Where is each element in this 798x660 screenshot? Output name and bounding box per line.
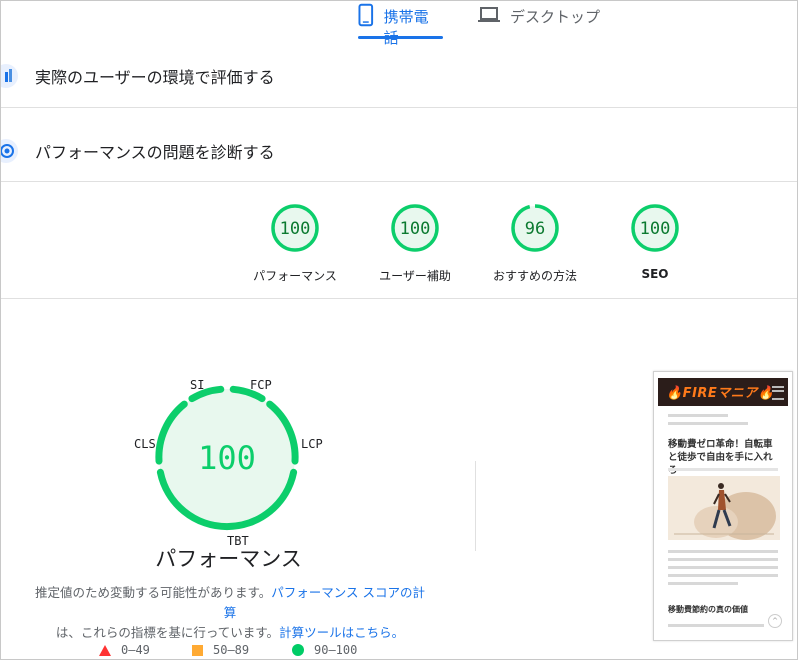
tab-desktop[interactable]: デスクトップ (478, 1, 600, 39)
metric-label-cls: CLS (134, 437, 156, 451)
pass-circle-icon (292, 644, 304, 656)
score-value: 100 (639, 219, 671, 239)
tab-desktop-label: デスクトップ (510, 8, 601, 26)
text-line (668, 550, 778, 553)
score-value: 100 (399, 219, 431, 239)
walking-person-illustration (674, 483, 776, 540)
lab-data-title: パフォーマンスの問題を診断する (35, 143, 275, 162)
screenshot-header: 🔥FIREマニア🔥 (658, 378, 788, 406)
screenshot-section-heading: 移動費節約の真の価値 (668, 605, 748, 614)
article-meta (668, 468, 778, 471)
desc-text: は、これらの指標を基に行っています。 (55, 625, 280, 640)
tab-mobile[interactable]: 携帯電話 (358, 1, 443, 47)
average-square-icon (192, 644, 203, 656)
text-line (668, 582, 738, 585)
laptop-icon (478, 7, 500, 22)
breadcrumb (668, 414, 728, 417)
text-line (668, 624, 764, 627)
diagnose-icon (1, 139, 18, 163)
performance-gauge: 100 SI FCP LCP CLS TBT (131, 371, 331, 548)
divider (1, 181, 797, 182)
text-line (668, 558, 778, 561)
hero-illustration (668, 476, 780, 540)
lab-data-section[interactable]: パフォーマンスの問題を診断する (1, 114, 797, 188)
page-screenshot[interactable]: 🔥FIREマニア🔥 移動費ゼロ革命！自転車と徒歩で自由を手に入れろ 移動費節約の… (653, 371, 793, 641)
fail-triangle-icon (99, 644, 111, 656)
text-line (668, 574, 778, 577)
legend-average: 50–89 (192, 643, 249, 657)
performance-title: パフォーマンス (155, 547, 302, 571)
field-data-section[interactable]: 実際のユーザーの環境で評価する (1, 39, 797, 113)
vertical-divider (475, 461, 476, 551)
legend-range: 0–49 (121, 643, 150, 657)
scroll-top-icon: ^ (768, 614, 782, 628)
score-gauge-best-practices[interactable]: 96 おすすめの方法 (480, 203, 590, 284)
score-label: SEO (641, 267, 669, 281)
text-line (668, 422, 748, 425)
desc-text: 推定値のため変動する可能性があります。 (35, 585, 272, 600)
legend-range: 90–100 (314, 643, 358, 657)
performance-description: 推定値のため変動する可能性があります。パフォーマンス スコアの計算 は、これらの… (35, 583, 425, 643)
field-data-icon (1, 64, 18, 88)
score-gauge-performance[interactable]: 100 パフォーマンス (240, 203, 350, 284)
metric-label-fcp: FCP (250, 378, 272, 392)
score-label: パフォーマンス (253, 269, 337, 283)
score-label: ユーザー補助 (379, 269, 451, 283)
text-line (668, 566, 778, 569)
performance-score: 100 (198, 439, 256, 477)
divider (1, 107, 797, 108)
legend-range: 50–89 (213, 643, 250, 657)
score-gauge-seo[interactable]: 100 SEO (600, 203, 710, 281)
phone-icon (358, 3, 374, 27)
article-title: 移動費ゼロ革命！自転車と徒歩で自由を手に入れろ (668, 439, 773, 476)
score-label: おすすめの方法 (492, 269, 577, 283)
legend-fail: 0–49 (99, 643, 150, 657)
metric-label-lcp: LCP (301, 437, 323, 451)
hamburger-menu-icon (772, 386, 784, 400)
score-gauge-accessibility[interactable]: 100 ユーザー補助 (360, 203, 470, 284)
legend-pass: 90–100 (292, 643, 357, 657)
field-data-title: 実際のユーザーの環境で評価する (35, 68, 275, 87)
site-logo: 🔥FIREマニア🔥 (666, 386, 775, 401)
report-frame: 携帯電話 デスクトップ 実際のユーザーの環境で評価する パフォーマンスの問題を診… (0, 0, 798, 660)
metric-label-si: SI (190, 378, 205, 392)
score-value: 96 (524, 219, 546, 239)
calculator-link[interactable]: 計算ツールはこちら。 (279, 625, 404, 640)
score-value: 100 (279, 219, 311, 239)
divider (1, 298, 797, 299)
